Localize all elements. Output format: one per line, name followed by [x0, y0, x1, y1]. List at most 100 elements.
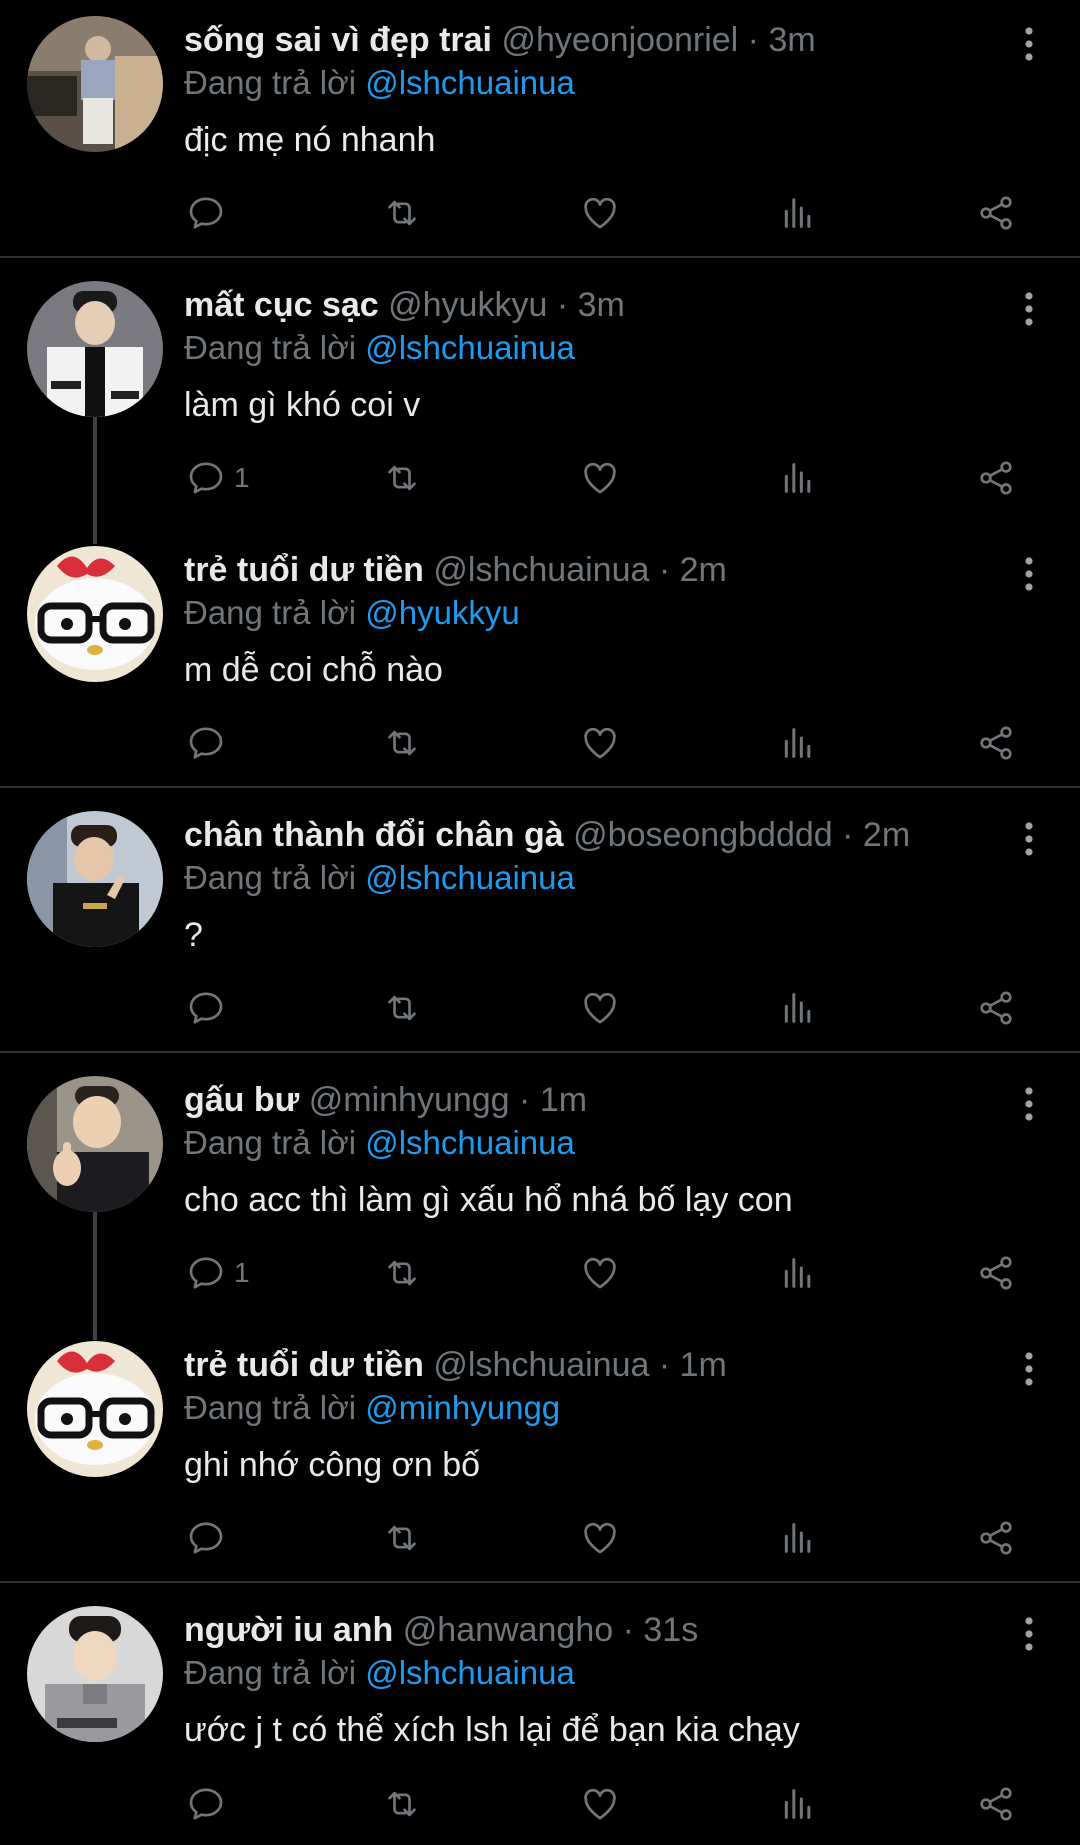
views-button[interactable] — [778, 1516, 818, 1560]
author-name[interactable]: người iu anh — [184, 1611, 393, 1649]
author-name[interactable]: mất cục sạc — [184, 286, 379, 324]
author-handle[interactable]: @lshchuainua — [433, 1346, 649, 1384]
views-button[interactable] — [778, 456, 818, 500]
author-handle[interactable]: @hyukkyu — [388, 286, 547, 324]
retweet-button[interactable] — [382, 191, 422, 235]
avatar[interactable] — [27, 1341, 163, 1477]
share-button[interactable] — [976, 1251, 1016, 1295]
retweet-button[interactable] — [382, 1782, 422, 1826]
like-button[interactable] — [580, 1782, 620, 1826]
author-name[interactable]: gấu bư — [184, 1081, 299, 1119]
retweet-icon — [382, 458, 422, 498]
author-name[interactable]: chân thành đổi chân gà — [184, 816, 564, 854]
more-options-icon[interactable] — [1022, 821, 1036, 857]
tweet-text: ghi nhớ công ơn bố — [184, 1445, 480, 1485]
share-button[interactable] — [976, 1516, 1016, 1560]
tweet[interactable]: người iu anh @hanwangho · 31s Đang trả l… — [0, 1606, 1080, 1836]
mention-link[interactable]: @lshchuainua — [365, 859, 575, 896]
timestamp[interactable]: 2m — [680, 551, 727, 589]
author-handle[interactable]: @hanwangho — [403, 1611, 613, 1649]
timestamp[interactable]: 3m — [768, 21, 815, 59]
author-handle[interactable]: @boseongbdddd — [573, 816, 833, 854]
reply-button[interactable] — [186, 986, 234, 1030]
mention-link[interactable]: @lshchuainua — [365, 329, 575, 366]
reply-button[interactable] — [186, 721, 234, 765]
like-button[interactable] — [580, 1251, 620, 1295]
reply-button[interactable] — [186, 1516, 234, 1560]
reply-button[interactable]: 1 — [186, 1251, 250, 1295]
views-button[interactable] — [778, 721, 818, 765]
views-icon — [778, 1518, 818, 1558]
author-name[interactable]: sống sai vì đẹp trai — [184, 21, 492, 59]
reply-prefix: Đang trả lời — [184, 329, 356, 366]
like-button[interactable] — [580, 721, 620, 765]
timestamp[interactable]: 31s — [643, 1611, 698, 1649]
avatar[interactable] — [27, 1606, 163, 1742]
tweet[interactable]: trẻ tuổi dư tiền @lshchuainua · 1m Đang … — [0, 1341, 1080, 1571]
reply-button[interactable]: 1 — [186, 456, 250, 500]
timestamp[interactable]: 1m — [540, 1081, 587, 1119]
share-icon — [976, 1784, 1016, 1824]
more-options-icon[interactable] — [1022, 1351, 1036, 1387]
avatar[interactable] — [27, 281, 163, 417]
like-button[interactable] — [580, 456, 620, 500]
retweet-button[interactable] — [382, 1251, 422, 1295]
author-name[interactable]: trẻ tuổi dư tiền — [184, 551, 424, 589]
retweet-button[interactable] — [382, 1516, 422, 1560]
timestamp[interactable]: 1m — [680, 1346, 727, 1384]
retweet-button[interactable] — [382, 456, 422, 500]
more-options-icon[interactable] — [1022, 291, 1036, 327]
reply-button[interactable] — [186, 191, 234, 235]
separator: · — [659, 1346, 670, 1384]
views-button[interactable] — [778, 191, 818, 235]
tweet[interactable]: sống sai vì đẹp trai @hyeonjoonriel · 3m… — [0, 16, 1080, 246]
avatar[interactable] — [27, 546, 163, 682]
mention-link[interactable]: @lshchuainua — [365, 1654, 575, 1691]
views-button[interactable] — [778, 1251, 818, 1295]
tweet-text: làm gì khó coi v — [184, 385, 420, 425]
mention-link[interactable]: @minhyungg — [365, 1389, 560, 1426]
reply-prefix: Đang trả lời — [184, 594, 356, 631]
retweet-button[interactable] — [382, 721, 422, 765]
tweet[interactable]: gấu bư @minhyungg · 1m Đang trả lời @lsh… — [0, 1076, 1080, 1306]
views-button[interactable] — [778, 1782, 818, 1826]
share-button[interactable] — [976, 456, 1016, 500]
tweet[interactable]: trẻ tuổi dư tiền @lshchuainua · 2m Đang … — [0, 546, 1080, 776]
more-options-icon[interactable] — [1022, 26, 1036, 62]
tweet[interactable]: mất cục sạc @hyukkyu · 3m Đang trả lời @… — [0, 281, 1080, 511]
share-button[interactable] — [976, 986, 1016, 1030]
share-icon — [976, 1253, 1016, 1293]
share-icon — [976, 193, 1016, 233]
reply-icon — [186, 723, 226, 763]
author-handle[interactable]: @minhyungg — [309, 1081, 510, 1119]
avatar[interactable] — [27, 1076, 163, 1212]
action-bar: 1 — [0, 456, 1080, 500]
reply-button[interactable] — [186, 1782, 234, 1826]
author-handle[interactable]: @lshchuainua — [433, 551, 649, 589]
share-button[interactable] — [976, 1782, 1016, 1826]
views-button[interactable] — [778, 986, 818, 1030]
avatar[interactable] — [27, 16, 163, 152]
more-options-icon[interactable] — [1022, 1086, 1036, 1122]
views-icon — [778, 988, 818, 1028]
more-options-icon[interactable] — [1022, 1616, 1036, 1652]
more-options-icon[interactable] — [1022, 556, 1036, 592]
mention-link[interactable]: @lshchuainua — [365, 64, 575, 101]
timestamp[interactable]: 2m — [863, 816, 910, 854]
timestamp[interactable]: 3m — [578, 286, 625, 324]
author-name[interactable]: trẻ tuổi dư tiền — [184, 1346, 424, 1384]
avatar[interactable] — [27, 811, 163, 947]
like-icon — [580, 1784, 620, 1824]
tweet[interactable]: chân thành đổi chân gà @boseongbdddd · 2… — [0, 811, 1080, 1041]
like-button[interactable] — [580, 191, 620, 235]
mention-link[interactable]: @hyukkyu — [365, 594, 520, 631]
separator: · — [557, 286, 568, 324]
author-handle[interactable]: @hyeonjoonriel — [501, 21, 738, 59]
like-button[interactable] — [580, 986, 620, 1030]
retweet-button[interactable] — [382, 986, 422, 1030]
share-button[interactable] — [976, 191, 1016, 235]
action-bar — [0, 986, 1080, 1030]
mention-link[interactable]: @lshchuainua — [365, 1124, 575, 1161]
share-button[interactable] — [976, 721, 1016, 765]
like-button[interactable] — [580, 1516, 620, 1560]
